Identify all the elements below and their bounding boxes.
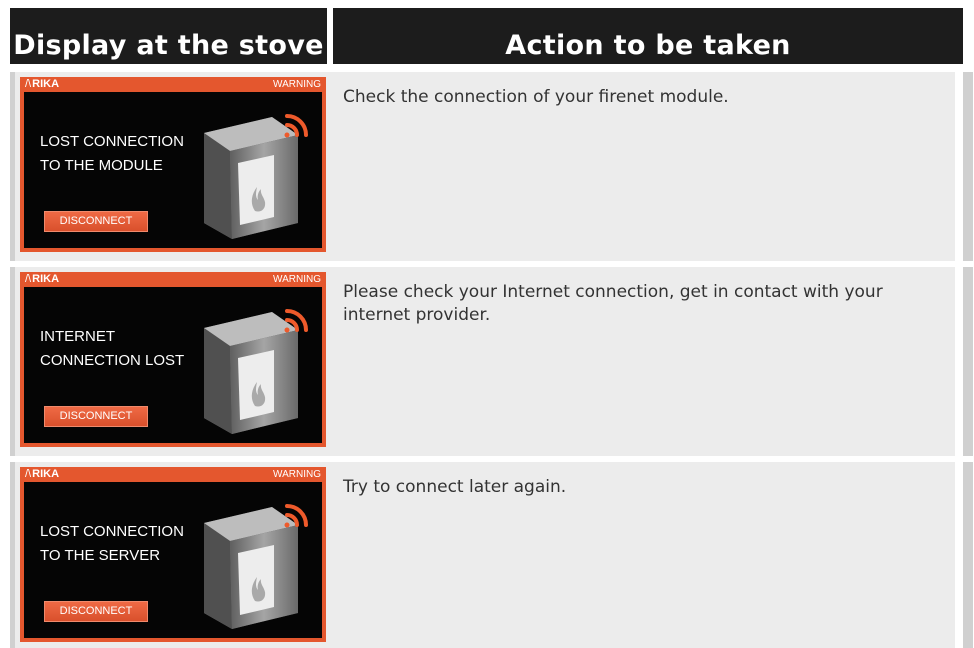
stove-icon xyxy=(204,504,308,629)
table-row: /\RIKA WARNING LOST CONNECTION TO THE SE… xyxy=(10,462,973,648)
row-right-border xyxy=(963,72,973,261)
rika-logo: /\RIKA xyxy=(25,468,60,480)
status-message: INTERNET CONNECTION LOST xyxy=(40,328,185,369)
header-display-at-stove: Display at the stove xyxy=(10,8,327,64)
stove-display-screen: /\RIKA WARNING INTERNET CONNECTION LOST … xyxy=(20,272,326,447)
header-action-to-be-taken: Action to be taken xyxy=(333,8,963,64)
screen-content: LOST CONNECTION TO THE SERVER DISCONNECT xyxy=(24,482,322,638)
wifi-icon xyxy=(284,114,308,138)
warning-label: WARNING xyxy=(273,79,321,90)
screen-content: LOST CONNECTION TO THE MODULE DISCONNECT xyxy=(24,92,322,248)
status-message: LOST CONNECTION TO THE MODULE xyxy=(40,133,184,174)
action-text: Please check your Internet connection, g… xyxy=(343,282,883,325)
row-right-border xyxy=(963,267,973,456)
row-right-border xyxy=(963,462,973,648)
screen-content: INTERNET CONNECTION LOST DISCONNECT xyxy=(24,287,322,443)
wifi-icon xyxy=(284,504,308,528)
stove-display-screen: /\RIKA WARNING LOST CONNECTION TO THE MO… xyxy=(20,77,326,252)
table-row: /\RIKA WARNING LOST CONNECTION TO THE MO… xyxy=(10,72,973,261)
stove-display-screen: /\RIKA WARNING LOST CONNECTION TO THE SE… xyxy=(20,467,326,642)
warning-label: WARNING xyxy=(273,469,321,480)
disconnect-button[interactable]: DISCONNECT xyxy=(44,406,148,427)
action-text: Check the connection of your firenet mod… xyxy=(343,87,729,107)
warning-label: WARNING xyxy=(273,274,321,285)
status-message: LOST CONNECTION TO THE SERVER xyxy=(40,523,184,564)
stove-icon xyxy=(204,114,308,239)
action-text: Try to connect later again. xyxy=(343,477,567,497)
rika-logo: /\RIKA xyxy=(25,78,60,90)
disconnect-button[interactable]: DISCONNECT xyxy=(44,211,148,232)
disconnect-button[interactable]: DISCONNECT xyxy=(44,601,148,622)
rika-logo: /\RIKA xyxy=(25,273,60,285)
table-row: /\RIKA WARNING INTERNET CONNECTION LOST … xyxy=(10,267,973,456)
stove-icon xyxy=(204,309,308,434)
wifi-icon xyxy=(284,309,308,333)
